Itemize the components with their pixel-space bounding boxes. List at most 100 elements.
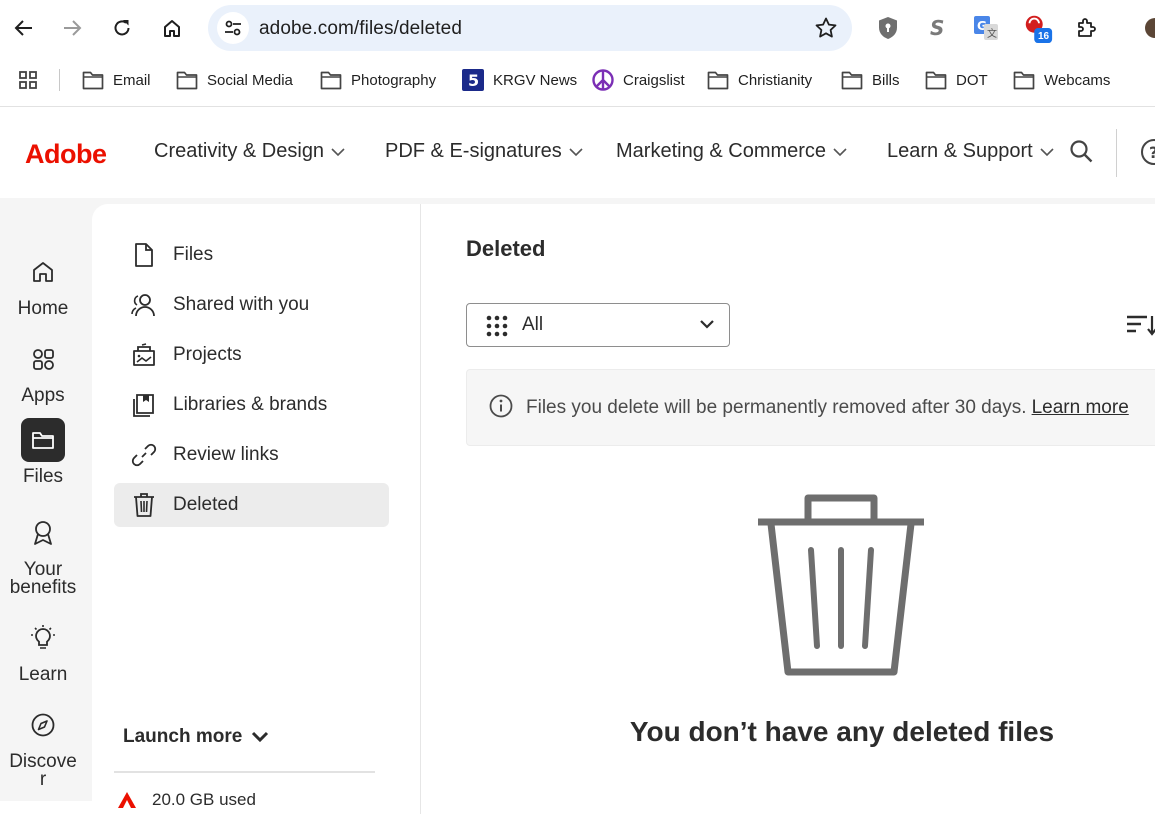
- folder-icon: [707, 71, 729, 90]
- chevron-down-icon: [331, 147, 345, 156]
- bookmark-label: Email: [113, 71, 151, 89]
- bookmark-email[interactable]: Email: [82, 66, 151, 94]
- bookmark-label: Photography: [351, 71, 437, 89]
- reload-icon[interactable]: [106, 12, 138, 44]
- nav-label: Marketing & Commerce: [616, 140, 827, 162]
- adobe-logo-icon: [118, 792, 136, 808]
- bookmark-craigslist[interactable]: Craigslist: [592, 66, 685, 94]
- chevron-down-icon: [833, 147, 847, 156]
- folder-icon: [82, 71, 104, 90]
- folder-icon: [21, 418, 65, 462]
- notice-text-wrap: Files you delete will be permanently rem…: [526, 397, 1129, 419]
- award-ribbon-icon: [21, 511, 65, 555]
- site-info-icon[interactable]: [217, 12, 249, 44]
- search-icon[interactable]: [1069, 139, 1095, 170]
- bookmark-dot[interactable]: DOT: [925, 66, 988, 94]
- url-text: adobe.com/files/deleted: [259, 18, 462, 39]
- bookmark-webcams[interactable]: Webcams: [1013, 66, 1110, 94]
- sidebar-item-label: Deleted: [173, 494, 239, 515]
- nav-marketing-commerce[interactable]: Marketing & Commerce: [616, 140, 847, 163]
- nav-label: Learn & Support: [887, 140, 1033, 162]
- bookmark-label: Social Media: [207, 71, 293, 89]
- news-channel-icon: 5: [462, 69, 484, 91]
- sidebar-item-deleted[interactable]: Deleted: [114, 483, 389, 527]
- svg-text:?: ?: [1149, 143, 1155, 162]
- folder-icon: [1013, 71, 1035, 90]
- sidebar-item-projects[interactable]: Projects: [114, 333, 389, 377]
- notification-extension-icon[interactable]: 16: [1022, 12, 1054, 44]
- bookmark-label: Bills: [872, 71, 900, 89]
- files-panel: Files Shared with you Projects Libraries…: [92, 204, 1155, 814]
- rail-home[interactable]: Home: [0, 250, 86, 318]
- learn-more-link[interactable]: Learn more: [1032, 397, 1129, 418]
- nav-creativity-design[interactable]: Creativity & Design: [154, 140, 345, 163]
- forward-icon[interactable]: [56, 12, 88, 44]
- bookmark-star-icon[interactable]: [814, 16, 838, 45]
- compass-icon: [21, 703, 65, 747]
- sidebar-item-shared[interactable]: Shared with you: [114, 283, 389, 327]
- bookmark-photography[interactable]: Photography: [320, 66, 436, 94]
- empty-state-message: You don’t have any deleted files: [629, 716, 1055, 747]
- sidebar-item-label: Review links: [173, 444, 279, 465]
- sidebar-item-label: Shared with you: [173, 294, 310, 315]
- files-sidebar: Files Shared with you Projects Libraries…: [92, 204, 421, 814]
- s-extension-icon[interactable]: S: [921, 12, 953, 44]
- help-icon[interactable]: ?: [1140, 138, 1155, 171]
- sidebar-item-review-links[interactable]: Review links: [114, 433, 389, 477]
- library-icon: [130, 391, 158, 419]
- apps-grid-icon[interactable]: [18, 66, 47, 94]
- trash-icon: [130, 491, 158, 519]
- shield-extension-icon[interactable]: [872, 12, 904, 44]
- rail-files[interactable]: Files: [0, 418, 86, 486]
- sidebar-item-files[interactable]: Files: [114, 233, 389, 277]
- profile-avatar[interactable]: [1145, 18, 1155, 38]
- bookmark-bills[interactable]: Bills: [841, 66, 900, 94]
- bookmark-social-media[interactable]: Social Media: [176, 66, 293, 94]
- nav-learn-support[interactable]: Learn & Support: [887, 140, 1054, 163]
- sidebar-divider: [114, 771, 375, 773]
- rail-learn[interactable]: Learn: [0, 616, 86, 684]
- launch-more-button[interactable]: Launch more: [123, 726, 269, 748]
- home-icon: [21, 250, 65, 294]
- chevron-down-icon: [700, 320, 714, 329]
- extension-badge: 16: [1038, 31, 1050, 42]
- info-icon: [489, 394, 513, 418]
- launch-more-label: Launch more: [123, 726, 243, 747]
- folder-icon: [320, 71, 342, 90]
- address-bar[interactable]: adobe.com/files/deleted: [208, 5, 852, 51]
- bookmark-label: Christianity: [738, 71, 813, 89]
- back-icon[interactable]: [8, 12, 40, 44]
- empty-trash-illustration: [758, 494, 924, 676]
- filter-dropdown[interactable]: All: [466, 303, 730, 347]
- bookmark-label: DOT: [956, 71, 988, 89]
- people-icon: [130, 291, 158, 319]
- lightbulb-icon: [21, 616, 65, 660]
- adobe-logo[interactable]: Adobe: [25, 139, 107, 170]
- folder-icon: [925, 71, 947, 90]
- bookmark-christianity[interactable]: Christianity: [707, 66, 812, 94]
- bookmark-label: Webcams: [1044, 71, 1111, 89]
- header-divider: [1116, 129, 1117, 177]
- nav-pdf-esignatures[interactable]: PDF & E-signatures: [385, 140, 583, 163]
- rail-apps[interactable]: Apps: [0, 337, 86, 405]
- storage-usage: 20.0 GB used: [118, 790, 256, 810]
- bookmark-krgv-news[interactable]: 5 KRGV News: [462, 66, 577, 94]
- rail-your-benefits[interactable]: Your benefits: [0, 511, 86, 597]
- sidebar-item-libraries[interactable]: Libraries & brands: [114, 383, 389, 427]
- browser-toolbar: adobe.com/files/deleted S G文 16: [0, 0, 1155, 56]
- main-content: Deleted All Files you delete will be per…: [422, 204, 1155, 814]
- bookmark-label: Craigslist: [623, 71, 685, 89]
- home-icon[interactable]: [156, 12, 188, 44]
- sort-icon[interactable]: [1126, 314, 1155, 341]
- rail-label: Apps: [21, 385, 65, 406]
- chevron-down-icon: [1040, 147, 1054, 156]
- info-notice: Files you delete will be permanently rem…: [466, 369, 1155, 446]
- chevron-down-icon: [252, 731, 269, 743]
- rail-discover[interactable]: Discover: [0, 703, 86, 789]
- rail-label: Discover: [9, 751, 77, 790]
- extensions-puzzle-icon[interactable]: [1071, 12, 1103, 44]
- translate-extension-icon[interactable]: G文: [970, 12, 1002, 44]
- link-icon: [130, 441, 158, 469]
- sidebar-item-label: Libraries & brands: [173, 394, 328, 415]
- page-title: Deleted: [466, 236, 546, 261]
